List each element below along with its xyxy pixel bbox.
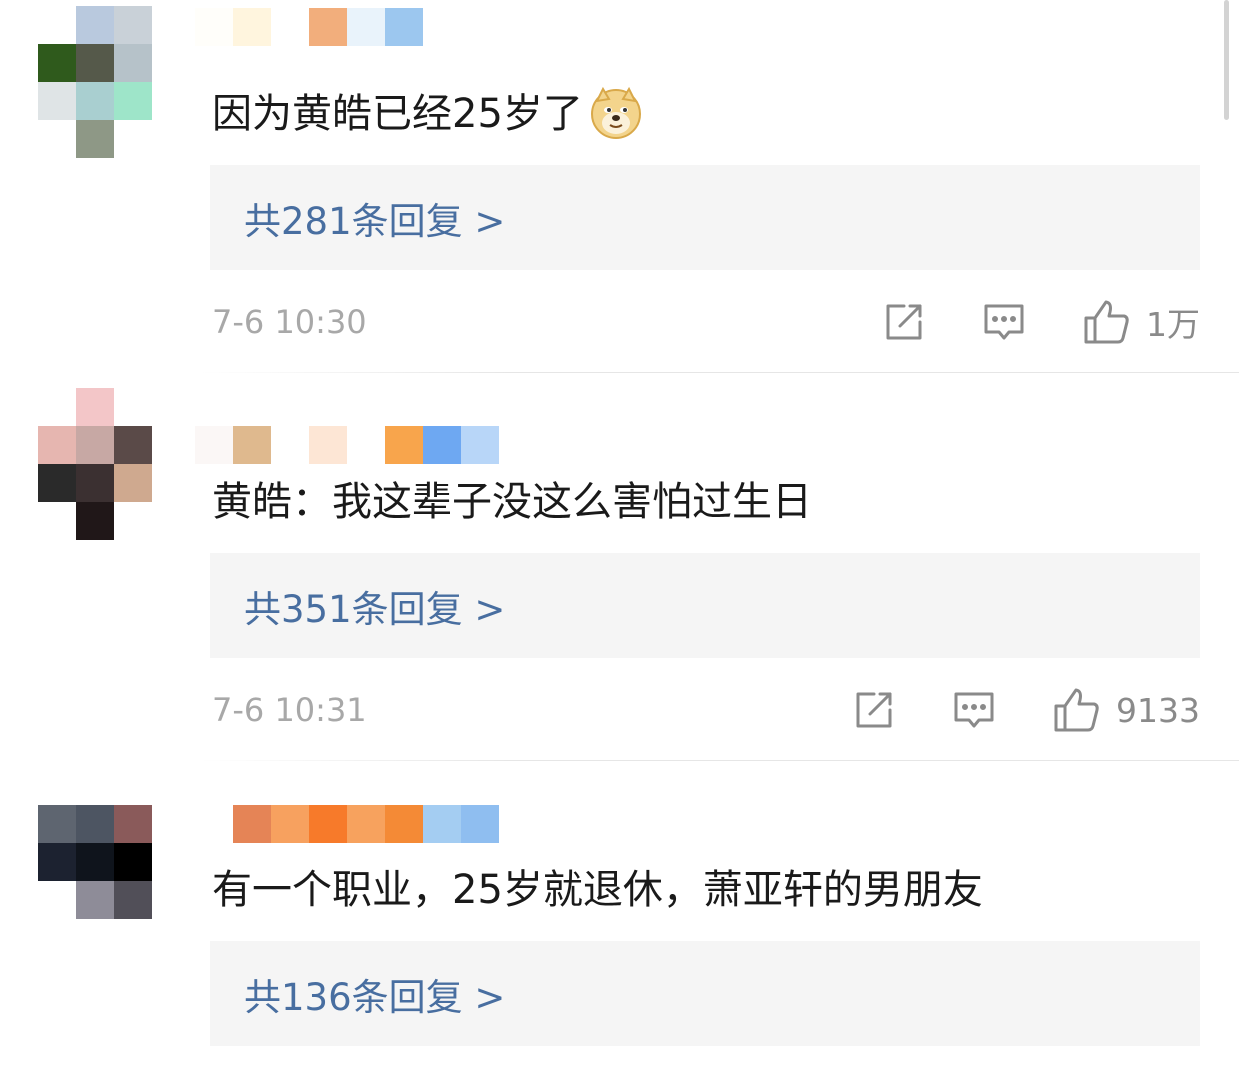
repost-icon — [852, 688, 896, 732]
username[interactable] — [195, 426, 499, 464]
avatar[interactable] — [38, 6, 152, 158]
avatar[interactable] — [38, 805, 152, 957]
avatar[interactable] — [38, 388, 152, 540]
divider — [200, 372, 1239, 373]
comment-text-content: 有一个职业，25岁就退休，萧亚轩的男朋友 — [212, 867, 983, 913]
like-count: 1万 — [1146, 305, 1200, 344]
view-replies-label: 共136条回复 > — [244, 975, 506, 1019]
comment-text-content: 因为黄皓已经25岁了 — [212, 91, 583, 137]
view-replies-label: 共281条回复 > — [244, 199, 506, 243]
thumbs-up-icon — [1052, 686, 1100, 734]
view-replies-button[interactable]: 共351条回复 > — [210, 553, 1200, 658]
timestamp: 7-6 10:30 — [212, 303, 367, 341]
scrollbar[interactable] — [1224, 0, 1229, 120]
doge-emoji-icon — [589, 85, 643, 139]
comment-footer: 7-6 10:31 9133 — [212, 685, 1200, 735]
comment-feed: 因为黄皓已经25岁了 共281条回复 > 7-6 10:30 1万 黄皓：我这辈… — [0, 0, 1239, 1071]
repost-button[interactable] — [882, 300, 926, 344]
view-replies-button[interactable]: 共281条回复 > — [210, 165, 1200, 270]
comment-text: 有一个职业，25岁就退休，萧亚轩的男朋友 — [212, 860, 983, 920]
comment-text: 因为黄皓已经25岁了 — [212, 84, 643, 144]
comment-actions: 1万 — [882, 297, 1200, 347]
divider — [200, 760, 1239, 761]
like-count: 9133 — [1116, 690, 1200, 730]
comment-text-content: 黄皓：我这辈子没这么害怕过生日 — [212, 479, 812, 525]
username[interactable] — [195, 8, 423, 46]
username[interactable] — [195, 805, 499, 843]
comment-button[interactable] — [982, 300, 1026, 344]
comment-footer: 7-6 10:30 1万 — [212, 297, 1200, 347]
thumbs-up-icon — [1082, 298, 1130, 346]
comment-text: 黄皓：我这辈子没这么害怕过生日 — [212, 472, 812, 532]
view-replies-button[interactable]: 共136条回复 > — [210, 941, 1200, 1046]
timestamp: 7-6 10:31 — [212, 691, 367, 729]
comment-icon — [952, 688, 996, 732]
comment-button[interactable] — [952, 688, 996, 732]
comment-icon — [982, 300, 1026, 344]
like-button[interactable]: 9133 — [1052, 686, 1200, 734]
like-button[interactable]: 1万 — [1082, 298, 1200, 346]
repost-button[interactable] — [852, 688, 896, 732]
comment-actions: 9133 — [852, 685, 1200, 735]
view-replies-label: 共351条回复 > — [244, 587, 506, 631]
repost-icon — [882, 300, 926, 344]
